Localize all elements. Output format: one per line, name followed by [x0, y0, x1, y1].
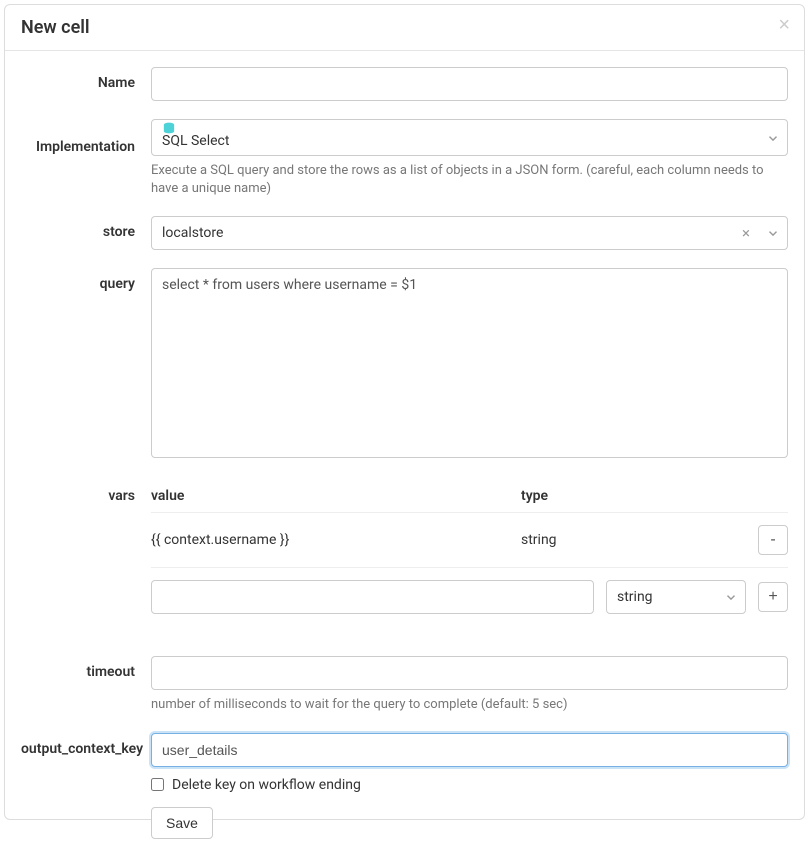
implementation-select[interactable]: SQL Select [151, 119, 788, 156]
close-icon: × [778, 14, 790, 36]
query-textarea[interactable] [151, 268, 788, 458]
output-context-key-input[interactable] [151, 733, 788, 767]
vars-row: vars value type {{ context.username }} s… [21, 480, 788, 638]
store-value: localstore [162, 225, 223, 241]
var-type: string [521, 532, 750, 548]
chevron-down-icon [717, 590, 745, 604]
query-label: query [21, 268, 151, 292]
vars-label: vars [21, 480, 151, 504]
new-var-value-input[interactable] [151, 580, 594, 614]
vars-header-type: type [521, 488, 788, 504]
store-select[interactable]: localstore × [151, 216, 788, 250]
timeout-help: number of milliseconds to wait for the q… [151, 696, 788, 714]
save-button[interactable]: Save [151, 807, 213, 839]
name-row: Name [21, 67, 788, 101]
store-label: store [21, 216, 151, 240]
remove-var-button[interactable]: - [758, 525, 788, 555]
close-button[interactable]: × [778, 15, 790, 35]
output-context-key-row: output_context_key Delete key on workflo… [21, 733, 788, 839]
name-label: Name [21, 67, 151, 91]
implementation-value: SQL Select [162, 133, 748, 149]
new-var-type-select[interactable]: string [606, 580, 746, 614]
var-value: {{ context.username }} [151, 532, 521, 548]
database-icon [162, 122, 176, 132]
delete-key-checkbox[interactable] [151, 778, 164, 791]
vars-header-value: value [151, 488, 521, 504]
output-context-key-label: output_context_key [21, 733, 151, 757]
timeout-input[interactable] [151, 656, 788, 690]
vars-header: value type [151, 480, 788, 512]
table-row: {{ context.username }} string - [151, 512, 788, 567]
vars-new-row: string + [151, 567, 788, 638]
vars-table: value type {{ context.username }} string… [151, 480, 788, 638]
chevron-down-icon [759, 226, 787, 240]
store-row: store localstore × [21, 216, 788, 250]
modal-header: New cell × [5, 5, 804, 51]
timeout-row: timeout number of milliseconds to wait f… [21, 656, 788, 714]
implementation-label: Implementation [21, 119, 151, 155]
chevron-down-icon [759, 131, 787, 145]
modal-body: Name Implementation [5, 51, 804, 855]
name-input[interactable] [151, 67, 788, 101]
implementation-row: Implementation SQL Select [21, 119, 788, 198]
implementation-help: Execute a SQL query and store the rows a… [151, 162, 788, 198]
modal-title: New cell [21, 17, 788, 38]
new-cell-modal: New cell × Name Implementation [4, 4, 805, 820]
delete-key-label: Delete key on workflow ending [172, 777, 361, 793]
query-row: query [21, 268, 788, 462]
delete-key-row: Delete key on workflow ending [151, 777, 788, 793]
timeout-label: timeout [21, 656, 151, 680]
clear-icon[interactable]: × [734, 224, 758, 242]
new-var-type-value: string [617, 589, 653, 605]
add-var-button[interactable]: + [758, 582, 788, 612]
